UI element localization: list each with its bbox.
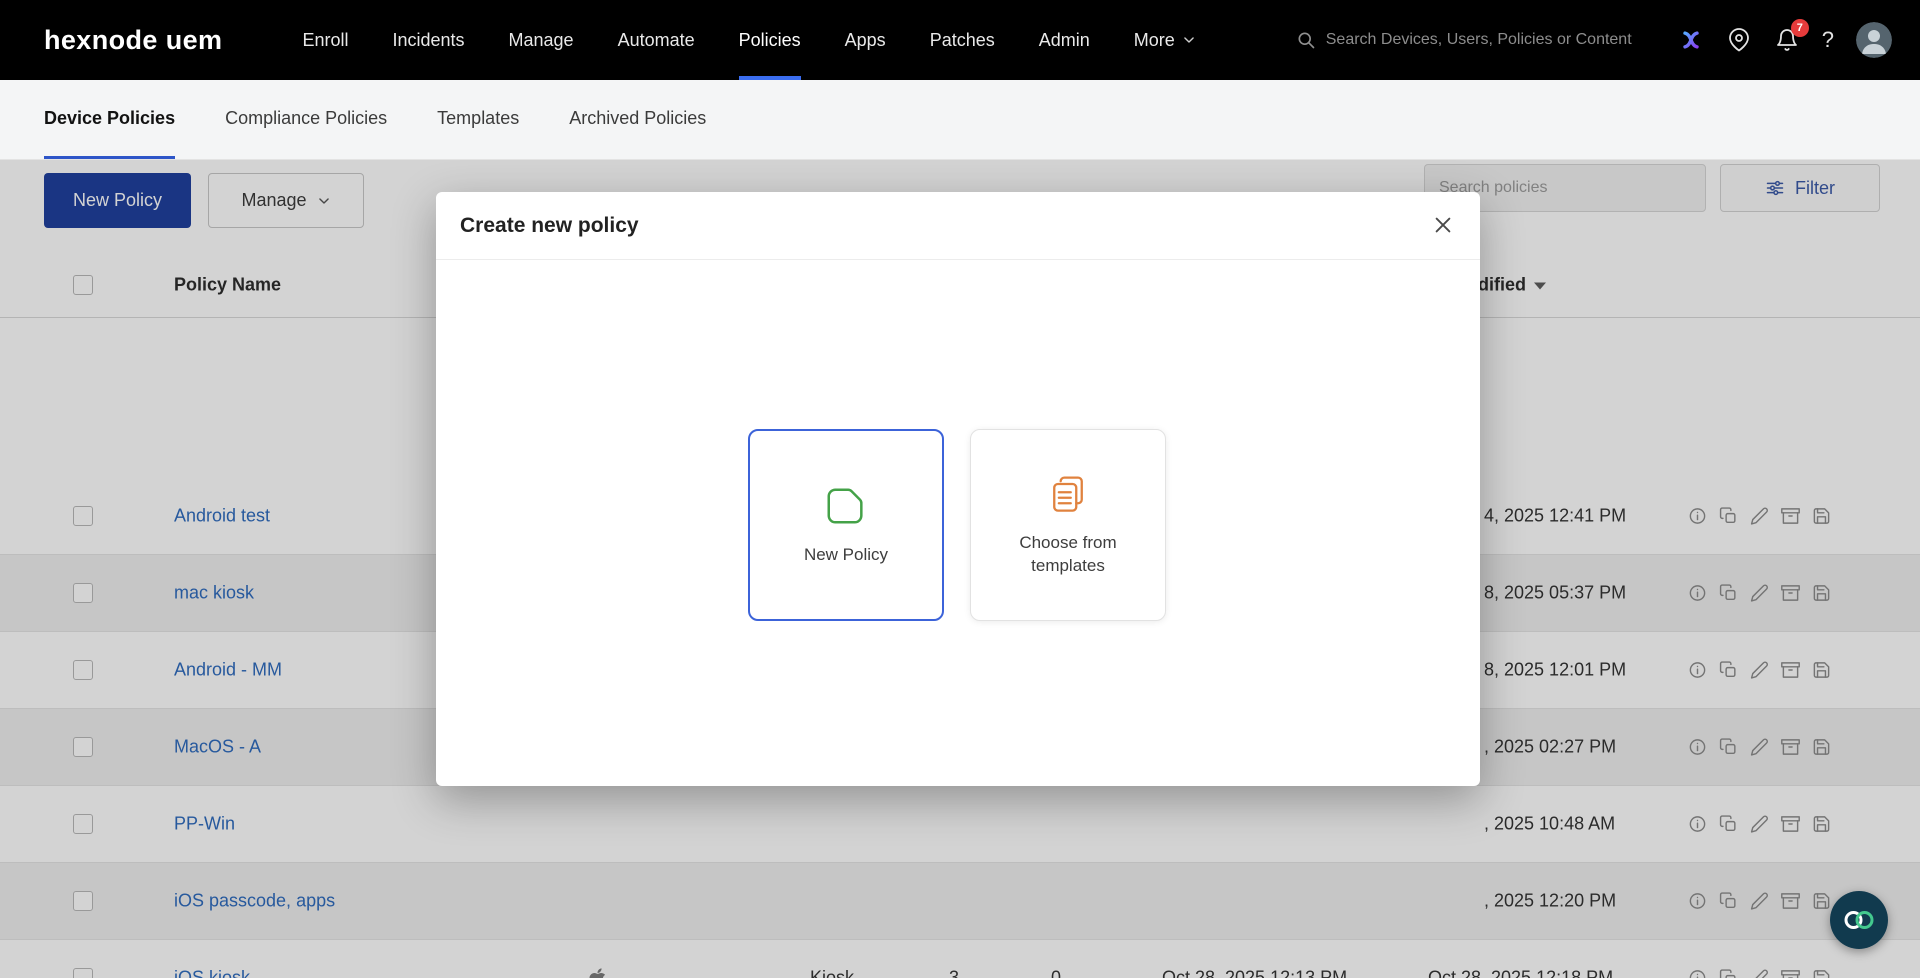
genie-icon[interactable]: [1678, 27, 1704, 53]
modal-header: Create new policy: [436, 192, 1480, 260]
card-label: Choose from templates: [1005, 532, 1131, 578]
nav-item-patches[interactable]: Patches: [930, 0, 995, 80]
nav-item-automate[interactable]: Automate: [618, 0, 695, 80]
notification-badge: 7: [1791, 19, 1809, 37]
nav-item-policies[interactable]: Policies: [739, 0, 801, 80]
main-nav: Enroll Incidents Manage Automate Policie…: [302, 0, 1195, 80]
tab-device-policies[interactable]: Device Policies: [44, 80, 175, 159]
chat-widget[interactable]: [1830, 891, 1888, 949]
tab-archived-policies[interactable]: Archived Policies: [569, 80, 706, 159]
global-search-input[interactable]: [1326, 31, 1656, 49]
nav-item-admin[interactable]: Admin: [1039, 0, 1090, 80]
nav-item-more[interactable]: More: [1134, 0, 1196, 80]
global-search: [1296, 30, 1656, 50]
screen: hexnode uem Enroll Incidents Manage Auto…: [0, 0, 1920, 978]
tab-compliance-policies[interactable]: Compliance Policies: [225, 80, 387, 159]
choose-templates-card[interactable]: Choose from templates: [970, 429, 1166, 621]
tab-templates[interactable]: Templates: [437, 80, 519, 159]
templates-icon: [1046, 473, 1090, 517]
avatar[interactable]: [1856, 22, 1892, 58]
location-pin-icon[interactable]: [1726, 27, 1752, 53]
card-label: New Policy: [804, 544, 888, 567]
close-icon[interactable]: [1432, 214, 1456, 238]
nav-item-enroll[interactable]: Enroll: [302, 0, 348, 80]
app-logo[interactable]: hexnode uem: [44, 0, 222, 80]
modal-title: Create new policy: [460, 214, 639, 238]
new-policy-card[interactable]: New Policy: [748, 429, 944, 621]
search-icon: [1296, 30, 1316, 50]
nav-right-cluster: 7 ?: [1296, 0, 1892, 80]
blank-policy-icon: [823, 483, 869, 529]
nav-item-incidents[interactable]: Incidents: [392, 0, 464, 80]
nav-item-apps[interactable]: Apps: [845, 0, 886, 80]
create-policy-modal: Create new policy New Policy Choose from…: [436, 192, 1480, 786]
notifications-bell-icon[interactable]: 7: [1774, 27, 1800, 53]
help-icon[interactable]: ?: [1822, 27, 1834, 53]
top-navigation: hexnode uem Enroll Incidents Manage Auto…: [0, 0, 1920, 80]
nav-item-manage[interactable]: Manage: [509, 0, 574, 80]
policies-tab-bar: Device Policies Compliance Policies Temp…: [0, 80, 1920, 160]
chevron-down-icon: [1182, 33, 1196, 47]
